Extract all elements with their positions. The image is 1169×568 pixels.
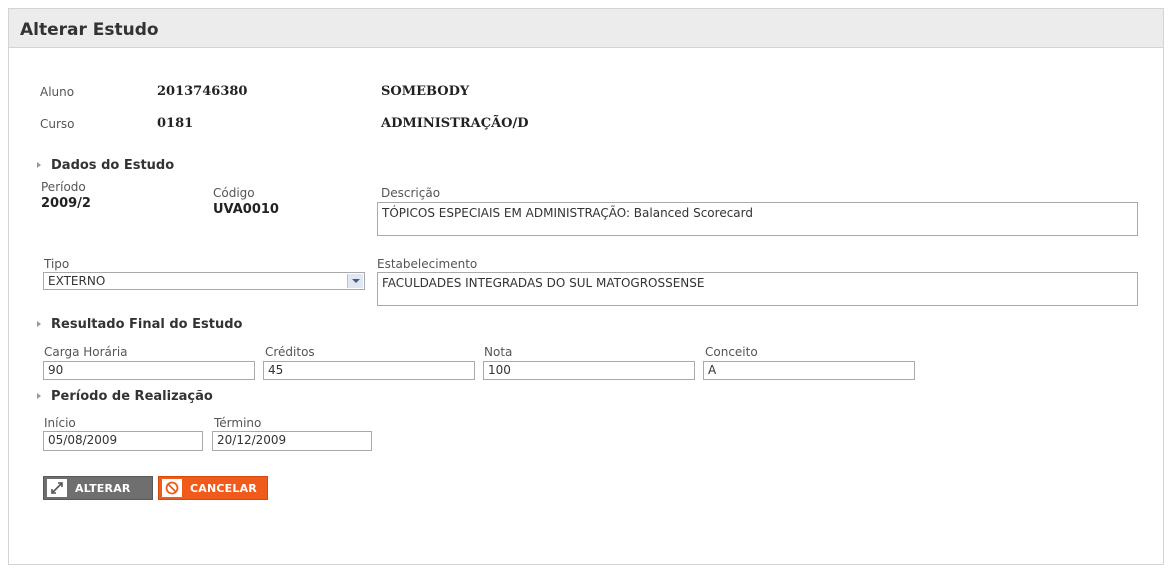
creditos-label: Créditos	[265, 345, 315, 359]
section-dados-estudo: Dados do Estudo	[37, 158, 174, 173]
section-arrow-icon	[37, 392, 41, 399]
section-heading: Período de Realização	[51, 389, 213, 404]
section-periodo-realizacao: Período de Realização	[37, 389, 213, 404]
section-arrow-icon	[37, 320, 41, 327]
section-heading: Dados do Estudo	[51, 158, 175, 173]
expand-arrows-icon	[47, 479, 67, 497]
termino-label: Término	[214, 416, 262, 430]
title-bar: Alterar Estudo	[8, 8, 1164, 48]
cancelar-button[interactable]: CANCELAR	[158, 476, 268, 500]
conceito-field[interactable]: A	[703, 361, 915, 380]
curso-codigo: 0181	[157, 116, 194, 131]
termino-date-field[interactable]: 20/12/2009	[212, 431, 372, 451]
aluno-nome: SOMEBODY	[381, 84, 470, 99]
descricao-field[interactable]: TÓPICOS ESPECIAIS EM ADMINISTRAÇÃO: Bala…	[377, 202, 1138, 236]
aluno-label: Aluno	[40, 85, 75, 99]
nota-field[interactable]: 100	[483, 361, 695, 380]
inicio-date-field[interactable]: 05/08/2009	[43, 431, 203, 451]
tipo-selected-value: EXTERNO	[48, 274, 106, 288]
page-title: Alterar Estudo	[20, 20, 159, 40]
codigo-value: UVA0010	[213, 202, 279, 217]
section-resultado-final: Resultado Final do Estudo	[37, 317, 242, 332]
chevron-down-icon[interactable]	[347, 274, 363, 288]
estabelecimento-field[interactable]: FACULDADES INTEGRADAS DO SUL MATOGROSSEN…	[377, 272, 1138, 306]
conceito-label: Conceito	[705, 345, 758, 359]
curso-label: Curso	[40, 117, 75, 131]
periodo-value: 2009/2	[41, 196, 91, 211]
creditos-field[interactable]: 45	[263, 361, 475, 380]
section-arrow-icon	[37, 161, 41, 168]
alterar-button[interactable]: ALTERAR	[43, 476, 153, 500]
nota-label: Nota	[484, 345, 513, 359]
cancel-circle-icon	[162, 479, 182, 497]
tipo-select[interactable]: EXTERNO	[43, 272, 365, 290]
section-heading: Resultado Final do Estudo	[51, 317, 243, 332]
periodo-label: Período	[41, 180, 86, 194]
cancelar-label: CANCELAR	[190, 481, 257, 495]
codigo-label: Código	[213, 186, 255, 200]
alterar-label: ALTERAR	[75, 481, 131, 495]
descricao-label: Descrição	[381, 186, 441, 200]
tipo-label: Tipo	[44, 257, 70, 271]
carga-label: Carga Horária	[44, 345, 128, 359]
aluno-codigo: 2013746380	[157, 84, 248, 99]
estabelecimento-label: Estabelecimento	[377, 257, 478, 271]
carga-horaria-field[interactable]: 90	[43, 361, 255, 380]
curso-nome: ADMINISTRAÇÃO/D	[381, 116, 529, 131]
inicio-label: Início	[44, 416, 76, 430]
